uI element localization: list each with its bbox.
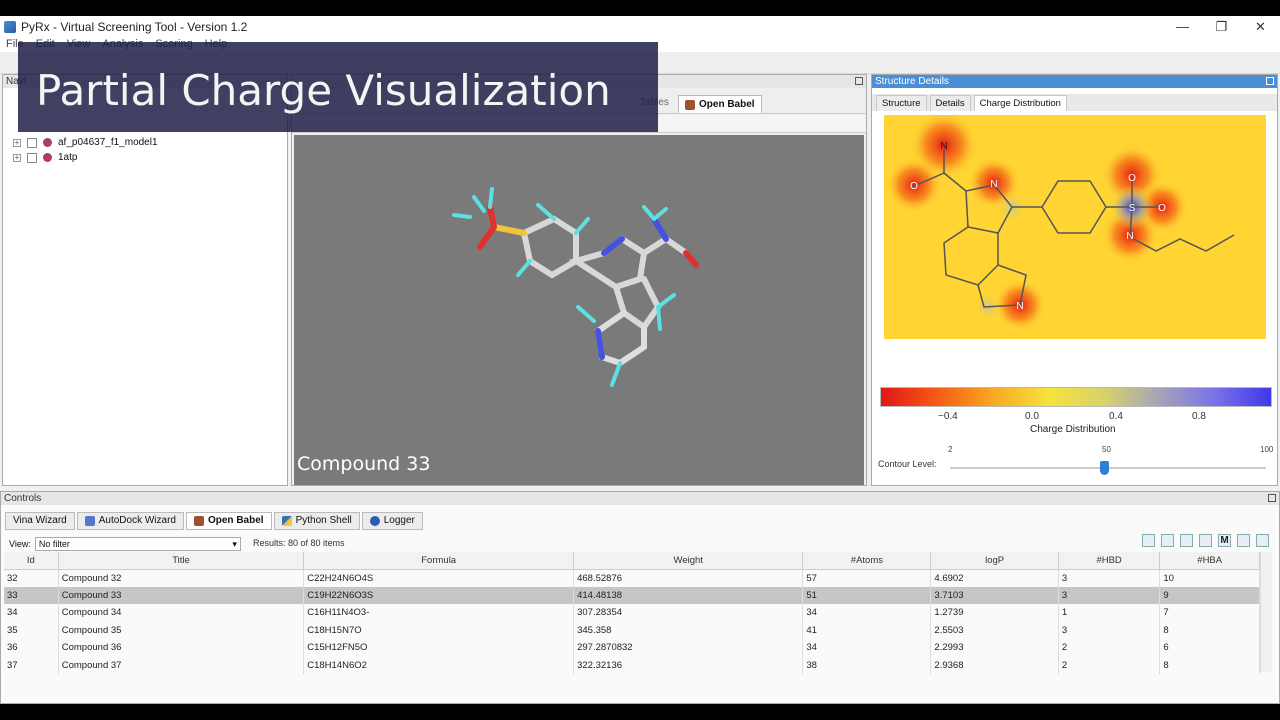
expand-icon[interactable]: + — [13, 153, 21, 162]
colorbar-tick: 0.0 — [1025, 411, 1039, 422]
col-atoms[interactable]: #Atoms — [802, 552, 932, 570]
title-bar: PyRx - Virtual Screening Tool - Version … — [0, 16, 1280, 38]
close-button[interactable]: ✕ — [1241, 16, 1280, 38]
atom-n-label: N — [1126, 231, 1133, 242]
atom-s-label: S — [1129, 203, 1136, 214]
viewer-panel: Tables Open Babel — [291, 74, 867, 486]
molecule-tree: + af_p04637_f1_model1 +1atp — [13, 135, 158, 165]
atom-o-label: O — [910, 181, 918, 192]
navigator-panel: Navi + af_p04637_f1_model1 +1atp — [2, 74, 288, 486]
table-row-selected[interactable]: 33 Compound 33 C19H22N6O3S 414.48138 51 3.710… — [4, 586, 1260, 604]
col-weight[interactable]: Weight — [573, 552, 804, 570]
col-hbd[interactable]: #HBD — [1058, 552, 1161, 570]
tab-structure[interactable]: Structure — [876, 95, 927, 111]
table-row[interactable]: 35 Compound 35 C18H15N7O 345.358 41 2.5503 3 8 — [4, 621, 1260, 639]
open-babel-icon — [685, 99, 695, 110]
tree-item-label: 1atp — [58, 152, 78, 163]
expand-icon[interactable]: + — [13, 138, 21, 147]
table-row[interactable]: 37 Compound 37 C18H14N6O2 322.32136 38 2.9368… — [4, 656, 1260, 674]
molecule-3d-model — [452, 187, 699, 387]
charge-distribution-map: N O N O S O N N — [884, 115, 1266, 339]
col-logp[interactable]: logP — [930, 552, 1059, 570]
compound-label: Compound 33 — [297, 453, 431, 475]
col-formula[interactable]: Formula — [303, 552, 575, 570]
settings-icon[interactable] — [1199, 534, 1212, 547]
restore-button[interactable]: ❐ — [1202, 16, 1241, 38]
details-tabs: Structure Details Charge Distribution — [872, 94, 1277, 111]
controls-tabs: Vina Wizard AutoDock Wizard Open Babel P… — [5, 512, 423, 530]
tab-autodock-wizard[interactable]: AutoDock Wizard — [76, 512, 184, 530]
view-label: View: — [9, 539, 31, 549]
table-row[interactable]: 32 Compound 32 C22H24N6O4S 468.52876 57 4.690… — [4, 569, 1260, 587]
atom-n-label: N — [940, 141, 947, 152]
export-icon[interactable] — [1142, 534, 1155, 547]
controls-panel: Controls Vina Wizard AutoDock Wizard Ope… — [0, 491, 1280, 704]
save-icon[interactable] — [1237, 534, 1250, 547]
tab-open-babel[interactable]: Open Babel — [678, 95, 762, 113]
app-logo-icon — [4, 21, 16, 33]
contour-slider-thumb[interactable] — [1100, 461, 1109, 475]
python-icon — [281, 516, 292, 526]
tree-item[interactable]: +1atp — [13, 150, 158, 165]
banner-title: Partial Charge Visualization — [36, 66, 611, 115]
checkbox[interactable] — [27, 137, 37, 148]
app-window: PyRx - Virtual Screening Tool - Version … — [0, 16, 1280, 704]
structure-details-panel: Structure Details Structure Details Char… — [871, 74, 1278, 486]
info-icon — [369, 516, 380, 526]
details-header: Structure Details — [872, 75, 1277, 88]
compound-table: Id Title Formula Weight #Atoms logP #HBD… — [4, 552, 1260, 674]
tab-open-babel[interactable]: Open Babel — [185, 512, 272, 530]
copy-icon[interactable] — [1256, 534, 1269, 547]
controls-header: Controls — [1, 492, 1279, 505]
charge-colorbar — [880, 387, 1272, 407]
tab-python-shell[interactable]: Python Shell — [273, 512, 360, 530]
autodock-icon — [84, 516, 95, 526]
window-title: PyRx - Virtual Screening Tool - Version … — [21, 20, 248, 34]
maximize-icon[interactable] — [855, 77, 863, 85]
minimize-button[interactable]: — — [1163, 16, 1202, 38]
colorbar-title: Charge Distribution — [1030, 424, 1116, 435]
atom-o-label: O — [1128, 173, 1136, 184]
tab-logger[interactable]: Logger — [361, 512, 423, 530]
open-babel-icon — [193, 516, 204, 526]
molecule-icon — [43, 138, 52, 147]
tab-vina-wizard[interactable]: Vina Wizard — [5, 512, 75, 530]
col-hba[interactable]: #HBA — [1159, 552, 1260, 570]
table-row[interactable]: 34 Compound 34 C16H11N4O3- 307.28354 34 1.273… — [4, 604, 1260, 622]
colorbar-tick: 0.8 — [1192, 411, 1206, 422]
properties-icon[interactable] — [1180, 534, 1193, 547]
view-filter: View: No filter — [9, 537, 241, 551]
table-header-row: Id Title Formula Weight #Atoms logP #HBD… — [4, 552, 1260, 570]
checkbox[interactable] — [27, 152, 37, 163]
tab-charge-distribution[interactable]: Charge Distribution — [973, 95, 1067, 111]
colorbar-tick: 0.4 — [1109, 411, 1123, 422]
contour-level-label: Contour Level: — [878, 459, 937, 469]
contour-mid-label: 50 — [1102, 445, 1111, 454]
table-toolbar: M — [1142, 534, 1269, 547]
table-scrollbar[interactable] — [1260, 552, 1272, 672]
maximize-icon[interactable] — [1266, 77, 1274, 85]
tab-details[interactable]: Details — [929, 95, 971, 111]
tree-item-label: af_p04637_f1_model1 — [58, 137, 158, 148]
delete-icon[interactable] — [1161, 534, 1174, 547]
atom-o-label: O — [1158, 203, 1166, 214]
atom-n-label: N — [1016, 301, 1023, 312]
molecule-icon — [43, 153, 52, 162]
m-button[interactable]: M — [1218, 534, 1231, 547]
colorbar-tick: −0.4 — [938, 411, 958, 422]
table-row[interactable]: 36 Compound 36 C15H12FN5O 297.2870832 34 2.29… — [4, 639, 1260, 657]
results-count: Results: 80 of 80 items — [253, 538, 345, 548]
maximize-icon[interactable] — [1268, 494, 1276, 502]
contour-max-label: 100 — [1260, 445, 1274, 454]
contour-min-label: 2 — [948, 445, 953, 454]
tree-item[interactable]: + af_p04637_f1_model1 — [13, 135, 158, 150]
atom-n-label: N — [990, 179, 997, 190]
view-filter-select[interactable]: No filter — [34, 537, 241, 551]
molecule-3d-view[interactable]: Compound 33 — [294, 135, 864, 485]
col-title[interactable]: Title — [58, 552, 305, 570]
col-id[interactable]: Id — [4, 552, 59, 570]
